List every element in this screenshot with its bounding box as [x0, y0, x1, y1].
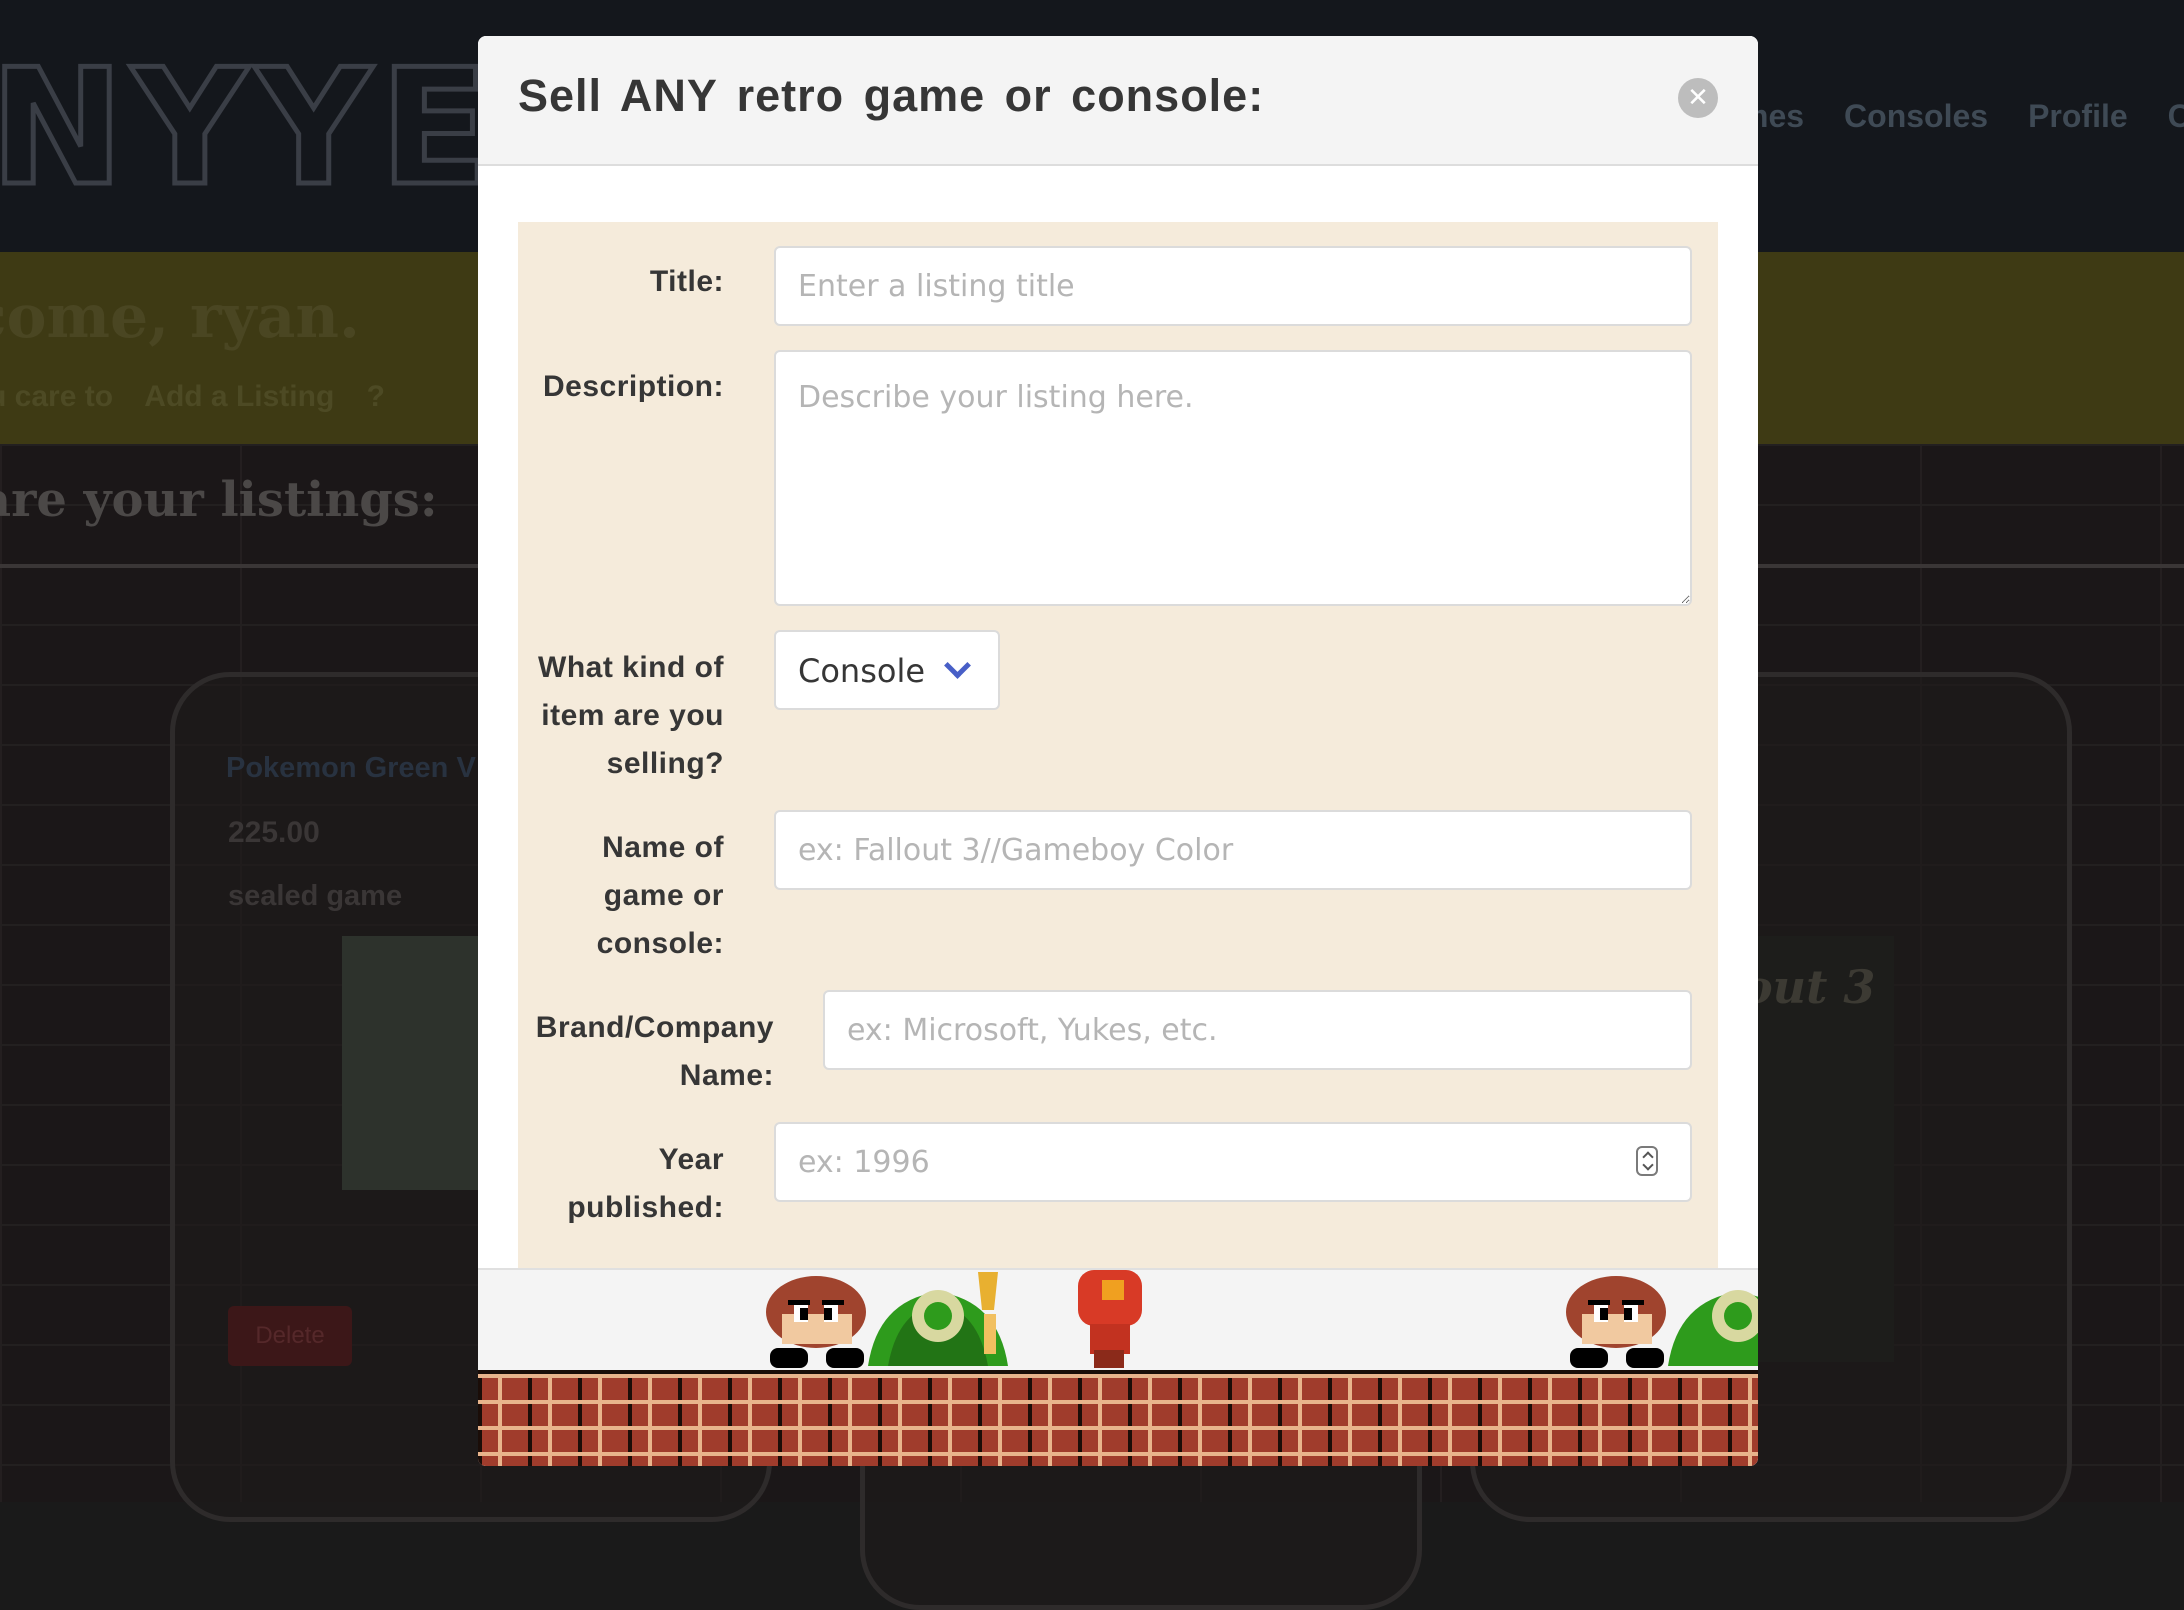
modal-title: Sell ANY retro game or console:: [518, 70, 1265, 121]
year-input[interactable]: [774, 1122, 1692, 1202]
nav-link-profile[interactable]: Profile: [2028, 98, 2128, 135]
mario-icon: [1078, 1270, 1142, 1368]
nav-link-cart[interactable]: Car: [2168, 98, 2184, 135]
name-input[interactable]: [774, 810, 1692, 890]
brand-label: Brand/Company Name:: [535, 1011, 774, 1092]
brand-input[interactable]: [823, 990, 1692, 1070]
year-field: [774, 1122, 1692, 1202]
nav-link-consoles[interactable]: Consoles: [1844, 98, 1988, 135]
close-icon[interactable]: ✕: [1678, 78, 1718, 118]
listing-image: [342, 936, 482, 1190]
description-textarea[interactable]: [774, 350, 1692, 606]
description-label: Description:: [542, 370, 724, 403]
kind-label: What kind of item are you selling?: [538, 651, 724, 780]
koopa-icon: [1668, 1290, 1758, 1366]
listing-description: sealed game: [228, 880, 403, 912]
welcome-heading: come, ryan.: [0, 282, 360, 352]
prompt-prefix: u care to: [0, 380, 114, 413]
listing-image-caption: out 3: [1742, 960, 1876, 1014]
sell-modal: Sell ANY retro game or console: ✕ Title:…: [478, 36, 1758, 1466]
koopa-icon: [868, 1272, 1008, 1366]
chevron-down-icon: [944, 652, 971, 679]
brick-ground: [478, 1370, 1758, 1466]
title-input[interactable]: [774, 246, 1692, 326]
delete-button[interactable]: Delete: [228, 1306, 352, 1366]
nav-links: mes Consoles Profile Car: [1740, 98, 2184, 135]
prompt-suffix: ?: [366, 380, 385, 413]
kind-select-value: Console: [798, 652, 926, 690]
modal-header: Sell ANY retro game or console: ✕: [478, 36, 1758, 166]
add-listing-prompt: u care to Add a Listing ?: [0, 380, 409, 414]
title-label: Title:: [649, 265, 724, 298]
mario-footer: [478, 1268, 1758, 1466]
year-label: Year published:: [567, 1143, 724, 1224]
kind-select[interactable]: Console: [774, 630, 1000, 710]
listing-price: 225.00: [228, 816, 320, 849]
listing-title[interactable]: Pokemon Green V: [226, 752, 476, 785]
number-stepper-icon[interactable]: [1636, 1146, 1658, 1176]
name-label: Name of game or console:: [596, 831, 724, 960]
add-listing-link[interactable]: Add a Listing: [144, 380, 334, 413]
listings-heading: are your listings:: [0, 472, 438, 528]
